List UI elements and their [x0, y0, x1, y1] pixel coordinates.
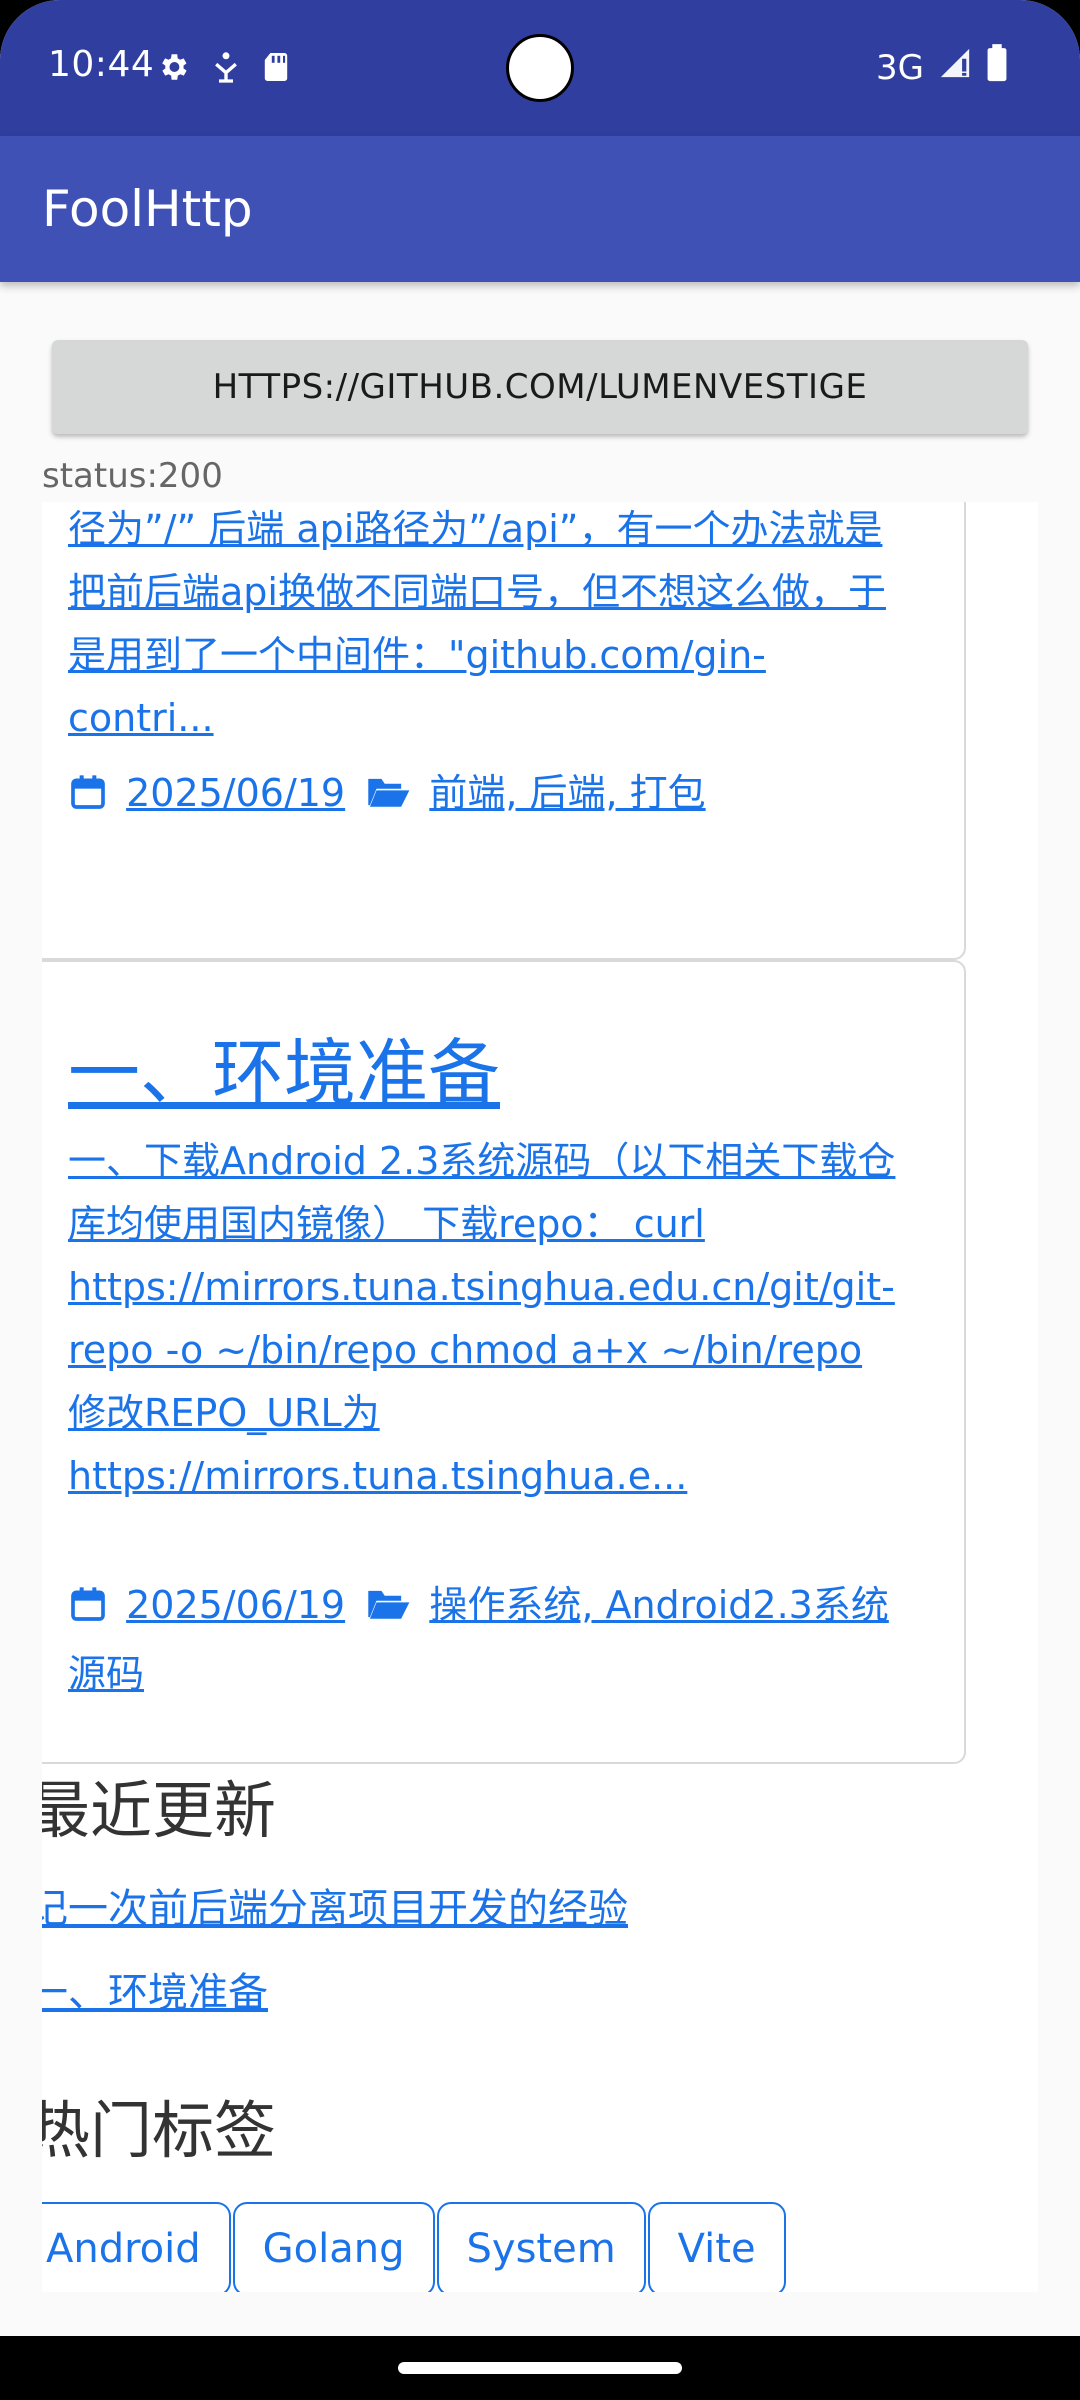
url-button[interactable]: HTTPS://GITHUB.COM/LUMENVESTIGE [52, 340, 1028, 434]
post-date[interactable]: 2025/06/19 [126, 771, 345, 815]
web-view[interactable]: 径为”/” 后端 api路径为”/api”，有一个办法就是把前后端api换做不同… [42, 502, 1038, 2292]
folder-open-icon [365, 768, 411, 831]
gear-icon [156, 50, 190, 88]
response-status: status:200 [42, 456, 223, 496]
tag-vite[interactable]: Vite [647, 2202, 786, 2292]
accessibility-icon [212, 50, 240, 88]
status-time: 10:44 [48, 44, 155, 85]
recent-link[interactable]: 记一次前后端分离项目开发的经验 [42, 1876, 628, 1934]
post-categories[interactable]: 前端, 后端, 打包 [429, 771, 705, 815]
calendar-icon [68, 768, 108, 831]
calendar-icon [68, 1580, 108, 1643]
app-bar: FoolHttp [0, 136, 1080, 282]
signal-icon [938, 46, 972, 89]
post-meta: 2025/06/19 前端, 后端, 打包 [68, 762, 908, 831]
network-type: 3G [876, 47, 924, 88]
status-bar: 10:44 3G [0, 0, 1080, 136]
tag-golang[interactable]: Golang [232, 2202, 435, 2292]
tag-system[interactable]: System [436, 2202, 646, 2292]
sd-card-icon [262, 50, 290, 88]
post-card: 一、环境准备 一、下载Android 2.3系统源码（以下相关下载仓库均使用国内… [42, 960, 966, 1764]
battery-icon [986, 44, 1008, 91]
tag-android[interactable]: Android [42, 2202, 231, 2292]
post-title[interactable]: 一、环境准备 [68, 1014, 500, 1119]
recent-link[interactable]: 一、环境准备 [42, 1960, 268, 2018]
post-meta: 2025/06/19 操作系统, Android2.3系统源码 [68, 1574, 908, 1706]
front-camera [506, 34, 574, 102]
tags-row: Android Golang System Vite [42, 2202, 788, 2292]
recent-heading: 最近更新 [42, 1774, 277, 1847]
app-title: FoolHttp [42, 180, 253, 238]
post-excerpt[interactable]: 径为”/” 后端 api路径为”/api”，有一个办法就是把前后端api换做不同… [68, 502, 898, 750]
post-card: 径为”/” 后端 api路径为”/api”，有一个办法就是把前后端api换做不同… [42, 502, 966, 960]
post-date[interactable]: 2025/06/19 [126, 1583, 345, 1627]
status-icons-left [156, 50, 290, 88]
tags-heading: 热门标签 [42, 2094, 277, 2167]
folder-open-icon [365, 1580, 411, 1643]
status-icons-right: 3G [876, 44, 1008, 91]
home-gesture-handle[interactable] [398, 2362, 682, 2374]
phone-screen: 10:44 3G FoolHttp HTTPS://GITHUB.COM/LUM… [0, 0, 1080, 2400]
post-excerpt[interactable]: 一、下载Android 2.3系统源码（以下相关下载仓库均使用国内镜像） 下载r… [68, 1130, 898, 1508]
